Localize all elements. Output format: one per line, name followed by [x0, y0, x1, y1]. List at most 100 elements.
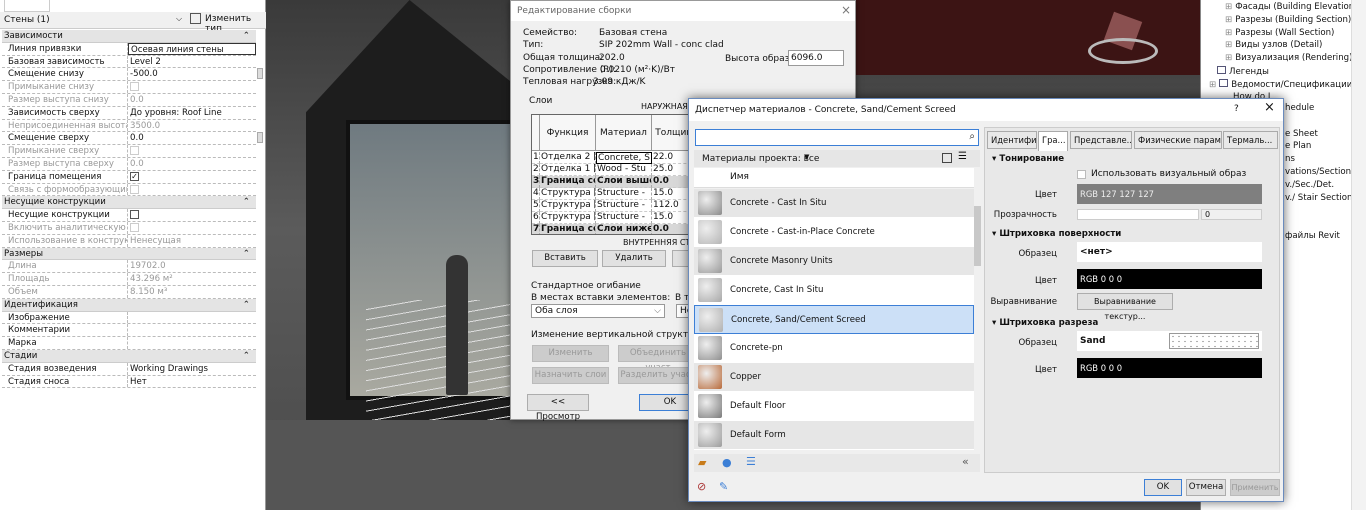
collapse-icon[interactable]: ⌃: [243, 30, 250, 42]
delete-layer-button[interactable]: Удалить: [602, 250, 666, 267]
browser-item[interactable]: файлы Revit: [1285, 231, 1340, 241]
shading-color-swatch[interactable]: RGB 127 127 127: [1077, 184, 1262, 204]
surface-pattern-field[interactable]: <нет>: [1077, 242, 1262, 262]
layer-cell[interactable]: Wood - Stu: [596, 164, 652, 176]
collapse-icon[interactable]: ⌃: [243, 196, 250, 208]
property-section[interactable]: Размеры ⌃: [2, 247, 256, 261]
layer-cell[interactable]: Структура [1]: [540, 188, 596, 200]
property-value[interactable]: [128, 209, 256, 221]
property-section[interactable]: Зависимости ⌃: [2, 30, 256, 43]
material-list-item[interactable]: Copper: [694, 363, 974, 392]
browser-item[interactable]: v./Sec./Det.: [1285, 180, 1334, 190]
tab-material-3[interactable]: Физические параме...: [1134, 131, 1222, 149]
layer-cell[interactable]: Structure -: [596, 188, 652, 200]
browser-item[interactable]: ns: [1285, 154, 1295, 164]
help-button[interactable]: ?: [1234, 104, 1239, 114]
checkbox[interactable]: ✓: [130, 171, 139, 181]
layer-cell[interactable]: 4: [532, 188, 540, 200]
browser-item[interactable]: e Sheet: [1285, 129, 1318, 139]
material-list-item[interactable]: Default Floor: [694, 392, 974, 421]
preview-button[interactable]: << Просмотр: [527, 394, 589, 422]
expand-icon[interactable]: ⊞: [1209, 80, 1216, 90]
browser-item[interactable]: ⊞ Фасады (Building Elevation): [1225, 2, 1358, 12]
layer-cell[interactable]: Слои ниже о: [596, 224, 652, 234]
browser-item[interactable]: e Plan: [1285, 141, 1311, 151]
chevron-down-icon[interactable]: ⌵: [176, 14, 182, 24]
layer-cell[interactable]: Граница сер: [540, 176, 596, 188]
property-value[interactable]: Working Drawings: [128, 363, 256, 375]
shading-header[interactable]: ▾ Тонирование: [992, 154, 1064, 164]
property-value[interactable]: -500.0: [128, 68, 256, 80]
wrap-inserts-select[interactable]: Оба слоя ⌵: [531, 304, 665, 318]
property-value[interactable]: 0.0: [128, 132, 256, 144]
browser-item[interactable]: hedule: [1285, 103, 1314, 113]
property-section[interactable]: Стадии ⌃: [2, 350, 256, 363]
edit-material-icon[interactable]: ✎: [719, 480, 728, 493]
property-value[interactable]: Level 2: [128, 56, 256, 68]
layer-cell[interactable]: Структура [1]: [540, 212, 596, 224]
layer-cell[interactable]: 6: [532, 212, 540, 224]
cut-color-swatch[interactable]: RGB 0 0 0: [1077, 358, 1262, 378]
value-spinner[interactable]: [257, 132, 263, 143]
ok-button[interactable]: OK: [1144, 479, 1182, 496]
material-search-input[interactable]: ⌕: [695, 129, 979, 146]
collapse-icon[interactable]: ⌃: [243, 248, 250, 260]
assign-layers-button[interactable]: Назначить слои: [532, 367, 609, 384]
split-region-button[interactable]: Разделить участ: [618, 367, 698, 384]
browser-item[interactable]: v./ Stair Sections: [1285, 193, 1357, 203]
search-icon[interactable]: ⌕: [969, 131, 975, 142]
value-spinner[interactable]: [257, 68, 263, 79]
chevron-down-icon[interactable]: ▼: [804, 153, 809, 161]
cancel-button[interactable]: Отмена: [1186, 479, 1226, 496]
expand-icon[interactable]: ⊞: [1225, 28, 1232, 38]
layer-cell[interactable]: Structure -: [596, 200, 652, 212]
delete-material-icon[interactable]: ⊘: [697, 480, 706, 493]
material-list-item[interactable]: Concrete-pn: [694, 334, 974, 363]
browser-item[interactable]: ⊞ Визуализация (Rendering): [1225, 53, 1352, 63]
insert-layer-button[interactable]: Вставить: [532, 250, 598, 267]
close-icon[interactable]: ×: [841, 3, 851, 17]
viewcube-compass[interactable]: [1088, 38, 1158, 64]
browser-item[interactable]: ⊞ Виды узлов (Detail): [1225, 40, 1322, 50]
checkbox[interactable]: [130, 210, 139, 220]
expand-icon[interactable]: ⊞: [1225, 15, 1232, 25]
collapse-icon[interactable]: ⌃: [243, 299, 250, 311]
property-section[interactable]: Несущие конструкции ⌃: [2, 196, 256, 210]
layer-cell[interactable]: Structure -: [596, 212, 652, 224]
list-options-icon[interactable]: ☰: [958, 151, 967, 162]
close-icon[interactable]: ×: [1264, 100, 1275, 115]
material-list-item[interactable]: Concrete Masonry Units: [694, 247, 974, 276]
property-value[interactable]: Осевая линия стены: [128, 42, 256, 55]
apply-button[interactable]: Применить: [1230, 479, 1280, 496]
cut-pattern-field[interactable]: Sand: [1077, 331, 1262, 351]
sample-height-input[interactable]: 6096.0: [788, 50, 844, 66]
tab-material-1[interactable]: Гра...: [1038, 131, 1068, 151]
view-mode-icon[interactable]: [942, 153, 952, 163]
material-list-item[interactable]: Concrete - Cast In Situ: [694, 189, 974, 218]
column-header[interactable]: Функция: [540, 115, 596, 151]
surface-color-swatch[interactable]: RGB 0 0 0: [1077, 269, 1262, 289]
material-list-item[interactable]: Default Form: [694, 421, 974, 450]
layer-cell[interactable]: Отделка 2 [5]: [540, 152, 596, 164]
property-section[interactable]: Идентификация ⌃: [2, 298, 256, 312]
layer-cell[interactable]: Структура [1]: [540, 200, 596, 212]
expand-icon[interactable]: ⊞: [1225, 40, 1232, 50]
texture-alignment-button[interactable]: Выравнивание текстур...: [1077, 293, 1173, 321]
property-value[interactable]: До уровня: Roof Line: [128, 107, 256, 119]
type-selector[interactable]: Стены (1): [4, 15, 50, 25]
cut-pattern-header[interactable]: ▾ Штриховка разреза: [992, 318, 1098, 328]
use-render-checkbox[interactable]: [1077, 170, 1086, 179]
layer-cell[interactable]: 2: [532, 164, 540, 176]
library-filter[interactable]: Материалы проекта: все: [702, 154, 819, 164]
layer-cell[interactable]: 3: [532, 176, 540, 188]
expand-icon[interactable]: ⊞: [1225, 2, 1232, 12]
layer-cell[interactable]: 1: [532, 152, 540, 164]
browser-scrollbar[interactable]: [1351, 0, 1366, 510]
column-header[interactable]: [532, 115, 540, 151]
collapse-icon[interactable]: «: [962, 455, 969, 468]
transparency-input[interactable]: 0: [1201, 209, 1262, 220]
expand-icon[interactable]: ⊞: [1225, 53, 1232, 63]
browser-item[interactable]: ⊞ Разрезы (Building Section): [1225, 15, 1351, 25]
column-header[interactable]: Материал: [596, 115, 652, 151]
collapse-icon[interactable]: ⌃: [243, 350, 250, 362]
